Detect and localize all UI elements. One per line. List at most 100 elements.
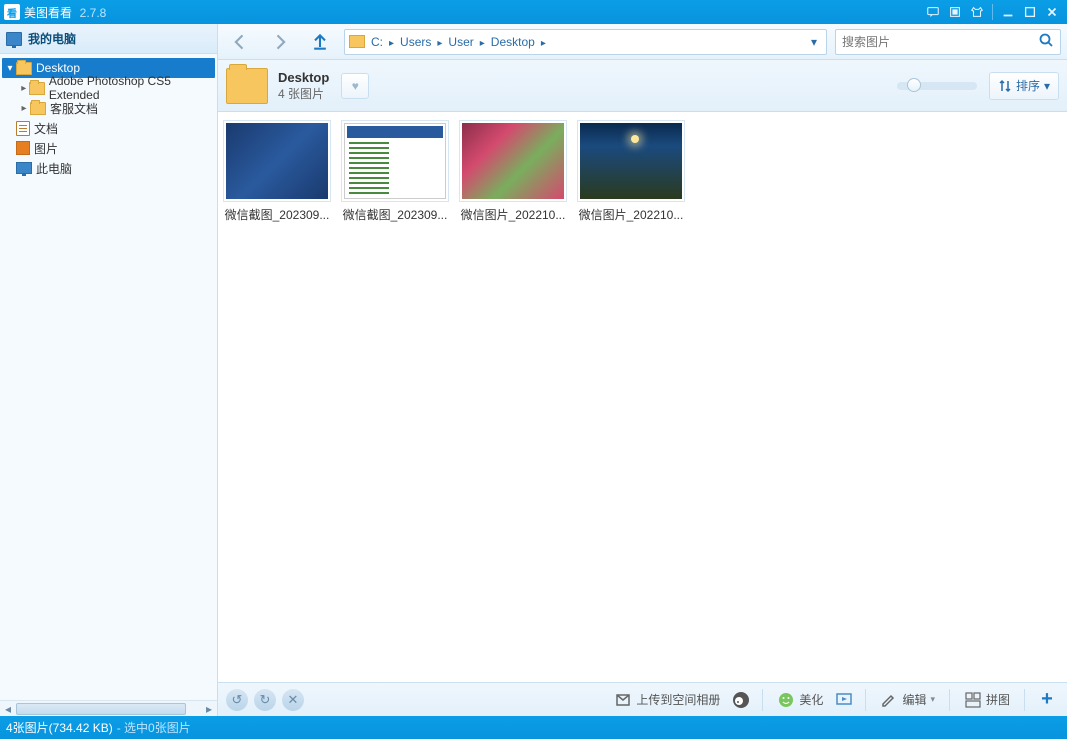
forward-button[interactable] [264, 28, 296, 56]
folder-icon [16, 62, 32, 75]
tree-item[interactable]: 文档 [0, 118, 217, 138]
expand-icon[interactable]: ▸ [18, 83, 29, 94]
sidebar-header-label: 我的电脑 [28, 30, 76, 47]
add-button[interactable]: + [1035, 688, 1059, 712]
computer-icon [16, 162, 32, 174]
breadcrumb-item[interactable]: User [446, 35, 475, 49]
upload-label: 上传到空间相册 [636, 691, 720, 708]
search-bar[interactable] [835, 29, 1061, 55]
thumbnail-frame [459, 120, 567, 202]
thumbnail-image [580, 123, 682, 199]
sidebar-header: 我的电脑 [0, 24, 217, 54]
beautify-button[interactable]: 美化 [773, 691, 827, 709]
titlebar: 看 美图看看 2.7.8 [0, 0, 1067, 24]
app-version: 2.7.8 [80, 6, 107, 20]
search-input[interactable] [842, 35, 1038, 49]
favorite-button[interactable]: ♥ [341, 73, 369, 99]
statusbar: 4张图片(734.42 KB) - 选中0张图片 [0, 716, 1067, 739]
rotate-right-button[interactable]: ↻ [254, 689, 276, 711]
thumbnail-label: 微信截图_202309... [341, 206, 449, 223]
tree-item[interactable]: ▸Adobe Photoshop CS5 Extended [0, 78, 217, 98]
breadcrumb-separator-icon: ▸ [476, 38, 489, 49]
thumbnail-grid: 微信截图_202309... 微信截图_202309... 微信图片_202210.… [218, 112, 1067, 682]
skin-icon[interactable] [966, 3, 988, 21]
tree-item-label: 此电脑 [36, 160, 72, 177]
thumbnail-item[interactable]: 微信截图_202309... [222, 120, 332, 223]
content-area: C:▸Users▸User▸Desktop▸ ▾ Desktop 4 张图片 ♥… [218, 24, 1067, 716]
thumbnail-item[interactable]: 微信截图_202309... [340, 120, 450, 223]
breadcrumb-item[interactable]: Users [398, 35, 433, 49]
zoom-handle[interactable] [907, 78, 921, 92]
feedback-icon[interactable] [922, 3, 944, 21]
maximize-button[interactable] [1019, 3, 1041, 21]
thumbnail-label: 微信图片_202210... [459, 206, 567, 223]
tree-item-label: Adobe Photoshop CS5 Extended [49, 74, 217, 102]
slideshow-icon[interactable] [944, 3, 966, 21]
delete-button[interactable]: ✕ [282, 689, 304, 711]
folder-icon [30, 102, 46, 115]
thumbnail-label: 微信截图_202309... [223, 206, 331, 223]
breadcrumb-separator-icon: ▸ [433, 38, 446, 49]
expand-icon[interactable]: ▾ [4, 63, 16, 74]
toolbar: C:▸Users▸User▸Desktop▸ ▾ [218, 24, 1067, 60]
tree-item-label: 文档 [34, 120, 58, 137]
sort-label: 排序 [1016, 77, 1040, 94]
picture-icon [16, 141, 30, 155]
tree-item[interactable]: 图片 [0, 138, 217, 158]
scroll-left-icon[interactable]: ◂ [0, 702, 16, 716]
breadcrumb-item[interactable]: Desktop [489, 35, 537, 49]
expand-icon[interactable]: ▸ [18, 103, 30, 114]
sidebar: 我的电脑 ▾Desktop▸Adobe Photoshop CS5 Extend… [0, 24, 218, 716]
play-button[interactable] [833, 691, 855, 709]
folder-count: 4 张图片 [278, 85, 329, 102]
search-icon[interactable] [1038, 32, 1054, 51]
bottom-toolbar: ↺ ↻ ✕ 上传到空间相册 美化 编辑 ▾ [218, 682, 1067, 716]
address-bar[interactable]: C:▸Users▸User▸Desktop▸ ▾ [344, 29, 827, 55]
tree-item-label: 客服文档 [50, 100, 98, 117]
document-icon [16, 121, 30, 136]
thumbnail-item[interactable]: 微信图片_202210... [576, 120, 686, 223]
collage-button[interactable]: 拼图 [960, 691, 1014, 709]
thumbnail-image [344, 123, 446, 199]
upload-button[interactable]: 上传到空间相册 [610, 691, 724, 709]
app-name: 美图看看 [24, 6, 72, 20]
app-icon: 看 [4, 4, 20, 20]
sidebar-scrollbar[interactable]: ◂ ▸ [0, 700, 217, 716]
tree-item-label: 图片 [34, 140, 58, 157]
folder-header: Desktop 4 张图片 ♥ 排序 ▾ [218, 60, 1067, 112]
minimize-button[interactable] [997, 3, 1019, 21]
chevron-down-icon: ▾ [930, 694, 935, 705]
scroll-right-icon[interactable]: ▸ [201, 702, 217, 716]
folder-tree: ▾Desktop▸Adobe Photoshop CS5 Extended▸客服… [0, 54, 217, 700]
thumbnail-image [462, 123, 564, 199]
folder-name: Desktop [278, 70, 329, 85]
tree-item-label: Desktop [36, 61, 80, 75]
scrollbar-thumb[interactable] [16, 703, 186, 715]
address-dropdown-icon[interactable]: ▾ [806, 35, 822, 49]
folder-icon [349, 35, 365, 48]
back-button[interactable] [224, 28, 256, 56]
thumbnail-label: 微信图片_202210... [577, 206, 685, 223]
thumbnail-frame [577, 120, 685, 202]
folder-icon [29, 82, 44, 95]
sort-button[interactable]: 排序 ▾ [989, 72, 1059, 100]
up-button[interactable] [304, 28, 336, 56]
chevron-down-icon: ▾ [1044, 79, 1050, 93]
rotate-left-button[interactable]: ↺ [226, 689, 248, 711]
close-button[interactable] [1041, 3, 1063, 21]
thumbnail-item[interactable]: 微信图片_202210... [458, 120, 568, 223]
thumbnail-image [226, 123, 328, 199]
status-right: - 选中0张图片 [117, 719, 191, 736]
thumbnail-frame [341, 120, 449, 202]
weibo-button[interactable] [730, 691, 752, 709]
beautify-label: 美化 [799, 691, 823, 708]
zoom-slider[interactable] [897, 82, 977, 90]
tree-item[interactable]: 此电脑 [0, 158, 217, 178]
breadcrumb-separator-icon: ▸ [385, 38, 398, 49]
edit-button[interactable]: 编辑 ▾ [876, 691, 939, 709]
breadcrumb-item[interactable]: C: [369, 35, 385, 49]
folder-large-icon [226, 68, 268, 104]
computer-icon [6, 32, 22, 46]
thumbnail-frame [223, 120, 331, 202]
breadcrumb-separator-icon: ▸ [537, 38, 550, 49]
